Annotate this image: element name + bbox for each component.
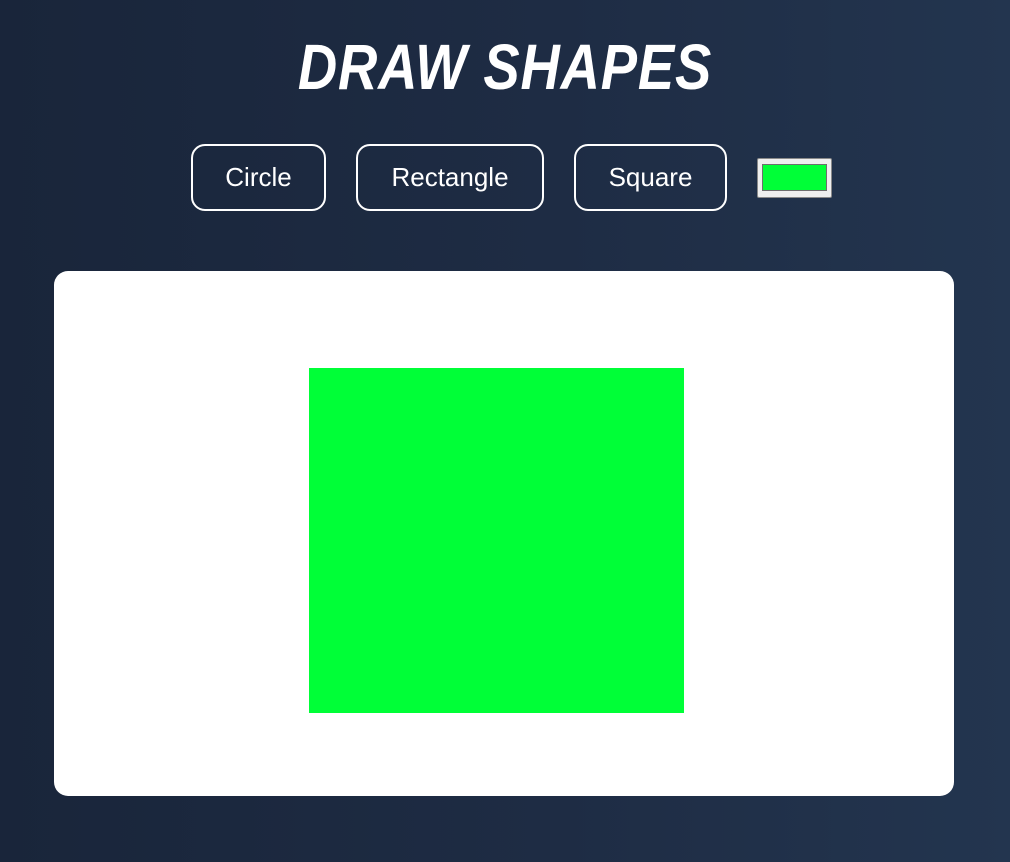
drawing-canvas[interactable] [54,271,954,796]
color-picker[interactable] [757,158,832,198]
page-title: DRAW SHAPES [297,31,713,103]
toolbar: Circle Rectangle Square [0,144,1010,211]
color-swatch [762,164,827,191]
circle-button[interactable]: Circle [191,144,326,211]
square-button[interactable]: Square [574,144,727,211]
rectangle-button[interactable]: Rectangle [356,144,544,211]
drawn-square-shape [309,368,684,713]
